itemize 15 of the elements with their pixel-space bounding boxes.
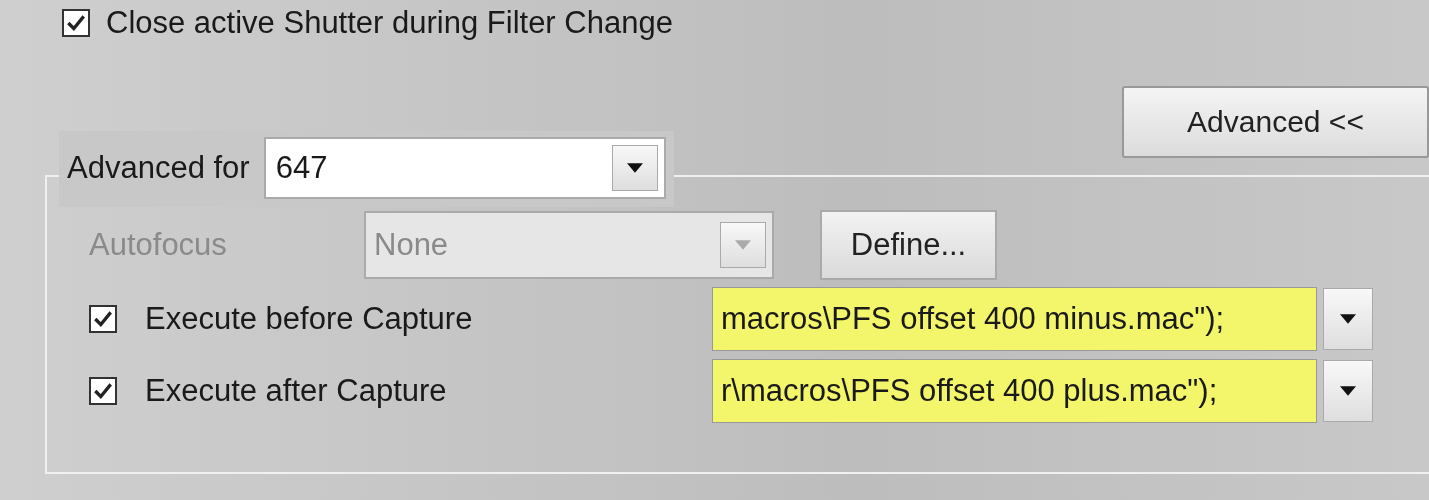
checkmark-icon: [65, 12, 87, 34]
group-legend: Advanced for: [67, 150, 250, 186]
checkmark-icon: [92, 380, 114, 402]
checkmark-icon: [92, 308, 114, 330]
checkbox[interactable]: [89, 377, 117, 405]
checkbox-label: Close active Shutter during Filter Change: [106, 5, 673, 41]
macro-input-field[interactable]: r\macros\PFS offset 400 plus.mac");: [712, 359, 1317, 423]
advanced-button[interactable]: Advanced <<: [1122, 86, 1429, 158]
macro-input-field[interactable]: macros\PFS offset 400 minus.mac");: [712, 287, 1317, 351]
checkbox[interactable]: [62, 9, 90, 37]
channel-dropdown[interactable]: 647: [263, 137, 666, 199]
autofocus-label: Autofocus: [89, 227, 228, 263]
checkbox-label: Execute after Capture: [145, 373, 448, 409]
checkbox-label: Execute before Capture: [145, 301, 474, 337]
checkbox[interactable]: [89, 305, 117, 333]
